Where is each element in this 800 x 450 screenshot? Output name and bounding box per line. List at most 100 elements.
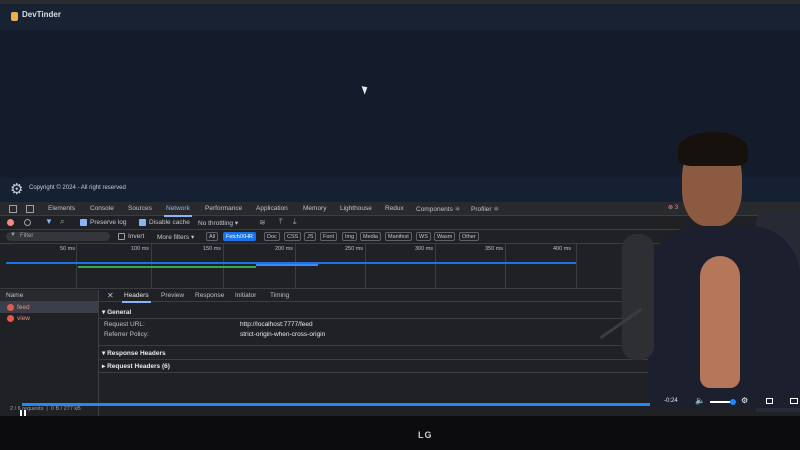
wifi-icon[interactable]: ≋ xyxy=(259,218,266,227)
timeline-gridline xyxy=(76,244,77,288)
request-list-header[interactable]: Name xyxy=(0,290,98,302)
timeline-tick-label: 300 ms xyxy=(415,246,434,252)
screen: DevTinder ⚙ Copyright © 2024 - All right… xyxy=(0,4,800,416)
filter-icon[interactable]: ▼ xyxy=(45,218,53,226)
inspect-icon[interactable] xyxy=(9,205,17,213)
mouse-cursor-icon xyxy=(361,84,370,95)
request-row-view[interactable]: view xyxy=(0,313,98,324)
timeline-tick-label: 50 ms xyxy=(60,246,75,252)
video-progress-bar[interactable] xyxy=(22,403,650,406)
search-icon[interactable]: ⌕ xyxy=(60,218,64,226)
record-icon[interactable] xyxy=(7,219,14,226)
preserve-log-checkbox[interactable] xyxy=(80,219,87,226)
timeline-gridline xyxy=(365,244,366,288)
tab-initiator[interactable]: Initiator xyxy=(235,292,256,299)
app-header: DevTinder xyxy=(0,4,800,30)
theater-icon[interactable] xyxy=(766,398,773,404)
app-title[interactable]: DevTinder xyxy=(22,10,61,19)
time-remaining: -0:24 xyxy=(664,398,678,404)
filter-chip-ws[interactable]: WS xyxy=(416,232,431,241)
filter-chip-img[interactable]: Img xyxy=(342,232,358,241)
timeline-tick-label: 150 ms xyxy=(203,246,222,252)
name-column-header: Name xyxy=(6,292,24,299)
device-toggle-icon[interactable] xyxy=(26,205,34,213)
tab-headers[interactable]: Headers xyxy=(122,292,151,303)
volume-icon[interactable]: 🔈 xyxy=(695,396,705,405)
video-progress-fill xyxy=(22,403,650,406)
timeline-tick-label: 200 ms xyxy=(275,246,294,252)
request-list: Name feed view 2 / 6 requests | 0 B / 27… xyxy=(0,290,99,416)
filter-input-icon: ▼ xyxy=(10,232,16,238)
disable-cache-label: Disable cache xyxy=(149,219,190,226)
settings-icon[interactable]: ⚙ xyxy=(741,396,748,405)
disable-cache-checkbox[interactable] xyxy=(139,219,146,226)
filter-chip-font[interactable]: Font xyxy=(320,232,338,241)
filter-chip-doc[interactable]: Doc xyxy=(264,232,280,241)
throttling-select[interactable]: No throttling ▾ xyxy=(198,219,238,227)
filter-chip-css[interactable]: CSS xyxy=(284,232,302,241)
monitor-brand-logo: LG xyxy=(418,430,433,440)
transferred-size: 0 B / 277 kB xyxy=(50,406,81,412)
tab-memory[interactable]: Memory xyxy=(303,205,326,212)
tab-timing[interactable]: Timing xyxy=(270,292,289,299)
timeline-gridline xyxy=(576,244,577,288)
general-section-toggle[interactable]: ▾ General xyxy=(102,308,131,316)
waterfall-bar xyxy=(78,266,168,268)
referrer-policy-label: Referrer Policy: xyxy=(104,331,149,338)
pip-icon[interactable] xyxy=(790,398,798,404)
filter-chip-fetch-xhr[interactable]: Fetch/XHR xyxy=(223,232,256,241)
microphone xyxy=(622,234,654,360)
tab-response[interactable]: Response xyxy=(195,292,224,299)
tab-lighthouse[interactable]: Lighthouse xyxy=(340,205,372,212)
request-url-label: Request URL: xyxy=(104,321,145,328)
tab-elements[interactable]: Elements xyxy=(48,205,75,212)
download-icon[interactable]: ⤓ xyxy=(293,217,297,227)
tab-sources[interactable]: Sources xyxy=(128,205,152,212)
monitor-bezel-bottom: LG xyxy=(0,416,800,450)
tab-performance[interactable]: Performance xyxy=(205,205,242,212)
filter-chip-js[interactable]: JS xyxy=(304,232,317,241)
timeline-gridline xyxy=(295,244,296,288)
filter-chip-media[interactable]: Media xyxy=(360,232,381,241)
waterfall-bar xyxy=(168,266,256,268)
filter-input[interactable]: ▼ Filter xyxy=(6,232,110,241)
timeline-tick-label: 100 ms xyxy=(131,246,150,252)
timeline-tick-label: 350 ms xyxy=(485,246,504,252)
gear-icon: ⚙ xyxy=(10,181,24,198)
tab-network[interactable]: Network xyxy=(164,205,192,217)
tab-preview[interactable]: Preview xyxy=(161,292,184,299)
timeline-gridline xyxy=(505,244,506,288)
tab-redux[interactable]: Redux xyxy=(385,205,404,212)
tab-console[interactable]: Console xyxy=(90,205,114,212)
filter-chip-all[interactable]: All xyxy=(206,232,219,241)
filter-placeholder: Filter xyxy=(20,233,34,239)
filter-chip-other[interactable]: Other xyxy=(459,232,479,241)
request-name: view xyxy=(17,315,31,322)
upload-icon[interactable]: ⤒ xyxy=(279,217,283,227)
volume-slider-knob[interactable] xyxy=(730,399,736,405)
referrer-policy-value: strict-origin-when-cross-origin xyxy=(240,331,326,338)
filter-chip-manifest[interactable]: Manifest xyxy=(385,232,412,241)
timeline-tick-label: 400 ms xyxy=(553,246,572,252)
request-headers-toggle[interactable]: ▸ Request Headers (6) xyxy=(102,362,170,370)
waterfall-bar xyxy=(256,264,318,266)
tab-profiler[interactable]: Profiler ⚛ xyxy=(471,205,499,213)
invert-checkbox[interactable] xyxy=(118,233,125,240)
logo-icon xyxy=(11,12,18,21)
request-name: feed xyxy=(17,304,30,311)
invert-label: Invert xyxy=(128,233,145,240)
tab-components[interactable]: Components ⚛ xyxy=(416,205,461,213)
presenter-hair xyxy=(678,132,748,166)
clear-icon[interactable] xyxy=(24,219,31,226)
filter-chip-wasm[interactable]: Wasm xyxy=(434,232,456,241)
tab-application[interactable]: Application xyxy=(256,205,288,212)
response-headers-toggle[interactable]: ▾ Response Headers xyxy=(102,349,166,357)
more-filters-button[interactable]: More filters ▾ xyxy=(157,233,194,241)
request-row-feed[interactable]: feed xyxy=(0,302,98,313)
timeline-tick-label: 250 ms xyxy=(345,246,364,252)
close-icon[interactable]: ✕ xyxy=(107,291,114,300)
error-icon xyxy=(7,304,14,311)
request-url-value: http://localhost:7777/feed xyxy=(240,321,313,328)
error-icon xyxy=(7,315,14,322)
presenter-hands xyxy=(700,256,740,388)
